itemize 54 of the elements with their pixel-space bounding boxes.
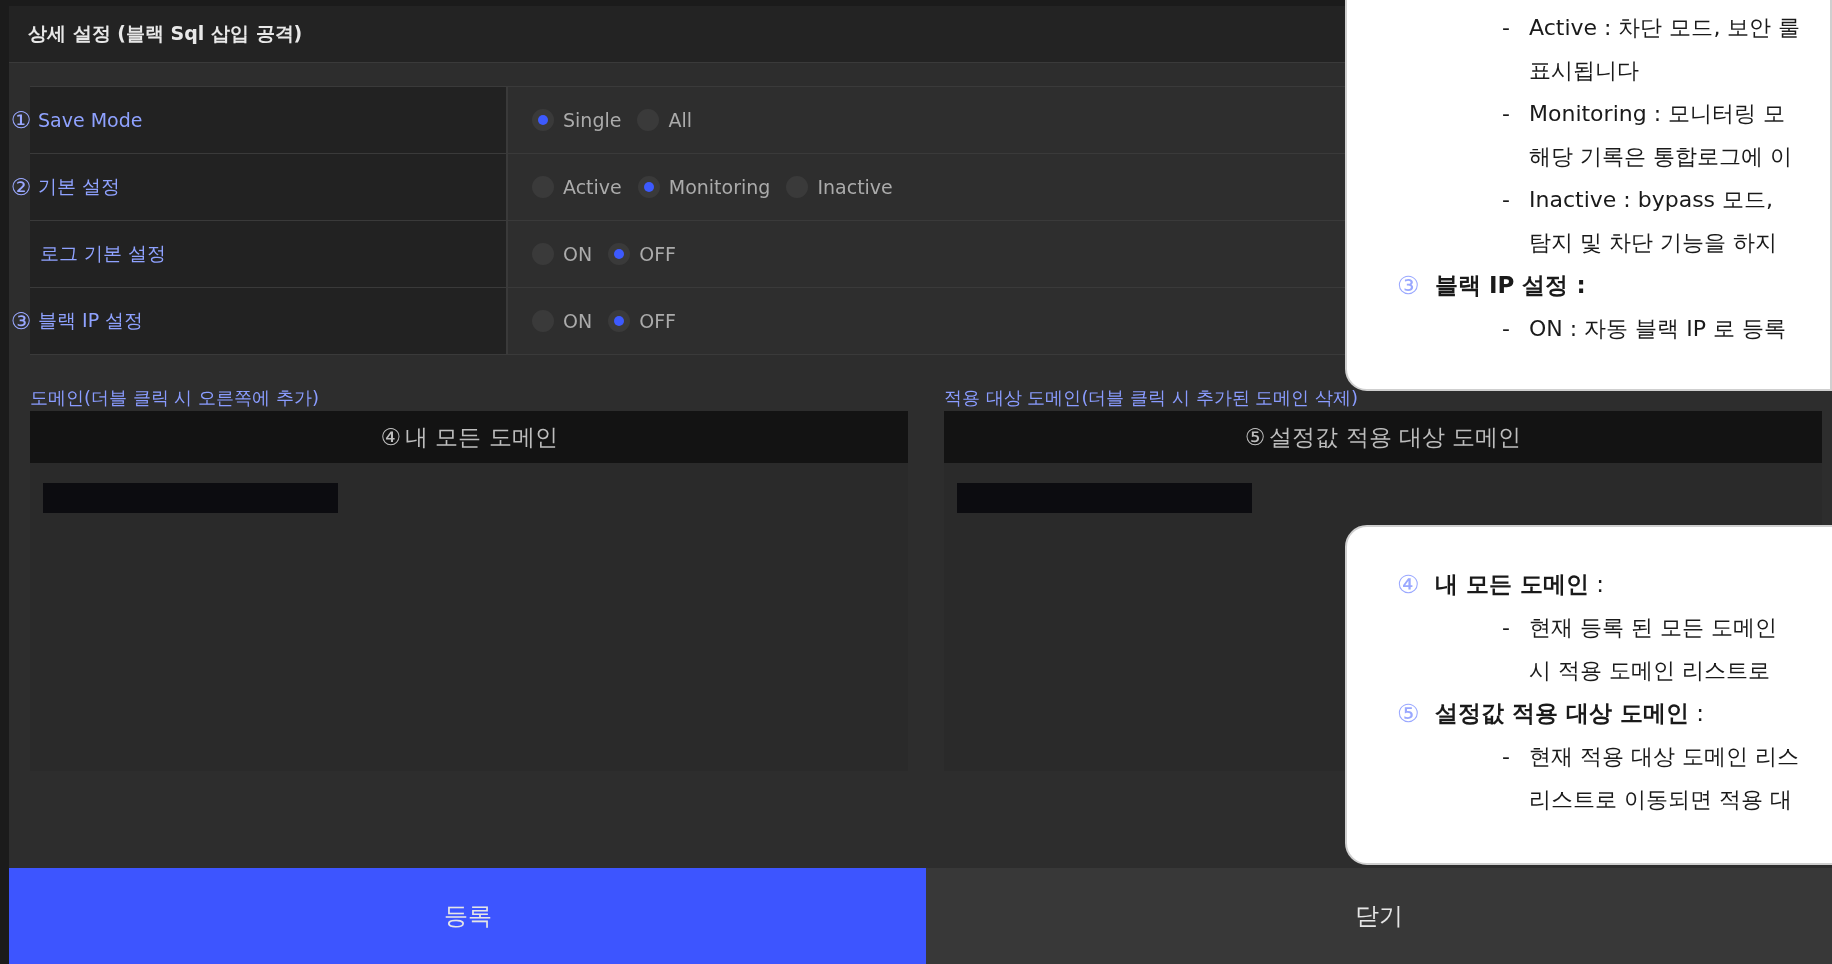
close-button[interactable]: 닫기: [926, 868, 1832, 964]
bullet-dash: -: [1502, 101, 1511, 126]
help-text: 해당 기록은 통합로그에 이: [1529, 142, 1792, 171]
bullet-dash: -: [1502, 15, 1511, 40]
help-text: Active : 차단 모드, 보안 룰: [1529, 13, 1801, 42]
dialog-title: 상세 설정 (블랙 Sql 삽입 공격): [28, 21, 303, 46]
bullet-dash: -: [1502, 615, 1511, 640]
radio-button[interactable]: [532, 109, 554, 131]
radio-button[interactable]: [608, 310, 631, 332]
help-text: 현재 등록 된 모든 도메인: [1529, 613, 1777, 642]
list-title: 설정값 적용 대상 도메인: [1269, 422, 1522, 452]
radio-button[interactable]: [637, 176, 660, 198]
option-label: OFF: [639, 310, 676, 332]
bullet-dash: -: [1502, 316, 1511, 341]
help-heading: 설정값 적용 대상 도메인 :: [1435, 699, 1705, 728]
step-marker: ⑤: [1244, 424, 1266, 450]
help-text: 현재 적용 대상 도메인 리스: [1529, 742, 1799, 771]
option-label: All: [668, 109, 692, 131]
option-label: ON: [563, 243, 593, 265]
option-label: ON: [563, 310, 593, 332]
list-caption: 적용 대상 도메인(더블 클릭 시 추가된 도메인 삭제): [944, 386, 1360, 410]
help-text: 탐지 및 차단 기능을 하지: [1529, 228, 1777, 257]
help-text: ON : 자동 블랙 IP 로 등록: [1529, 314, 1786, 343]
setting-label: 기본 설정: [38, 174, 121, 199]
step-marker: ④: [380, 424, 401, 450]
step-marker: ①: [9, 107, 33, 133]
step-marker: ⑤: [1397, 699, 1421, 728]
help-text: Inactive : bypass 모드,: [1529, 185, 1774, 214]
step-marker: ④: [1397, 570, 1421, 599]
setting-label: 로그 기본 설정: [40, 241, 167, 266]
setting-label: 블랙 IP 설정: [38, 308, 144, 333]
redacted-entry[interactable]: [43, 483, 338, 513]
option-label: Inactive: [817, 176, 893, 198]
step-marker: ③: [1397, 271, 1421, 300]
radio-button[interactable]: [608, 243, 631, 265]
step-marker: ③: [9, 308, 33, 334]
setting-label: Save Mode: [38, 109, 143, 131]
option-label: Monitoring: [668, 176, 771, 198]
list-caption: 도메인(더블 클릭 시 오른쪽에 추가): [30, 386, 320, 410]
option-label: Single: [563, 109, 622, 131]
help-heading: 블랙 IP 설정 :: [1435, 271, 1586, 300]
list-title: 내 모든 도메인: [405, 422, 558, 452]
option-label: OFF: [639, 243, 676, 265]
redacted-entry[interactable]: [957, 483, 1252, 513]
help-text: 시 적용 도메인 리스트로: [1529, 656, 1770, 685]
bullet-dash: -: [1502, 187, 1511, 212]
register-button[interactable]: 등록: [9, 868, 926, 964]
help-text: 리스트로 이동되면 적용 대: [1529, 785, 1792, 814]
help-text: 표시됩니다: [1529, 56, 1639, 85]
step-marker: ②: [9, 174, 33, 200]
bullet-dash: -: [1502, 744, 1511, 769]
option-label: Active: [563, 176, 622, 198]
help-text: Monitoring : 모니터링 모: [1529, 99, 1786, 128]
help-heading: 내 모든 도메인 :: [1435, 570, 1605, 599]
